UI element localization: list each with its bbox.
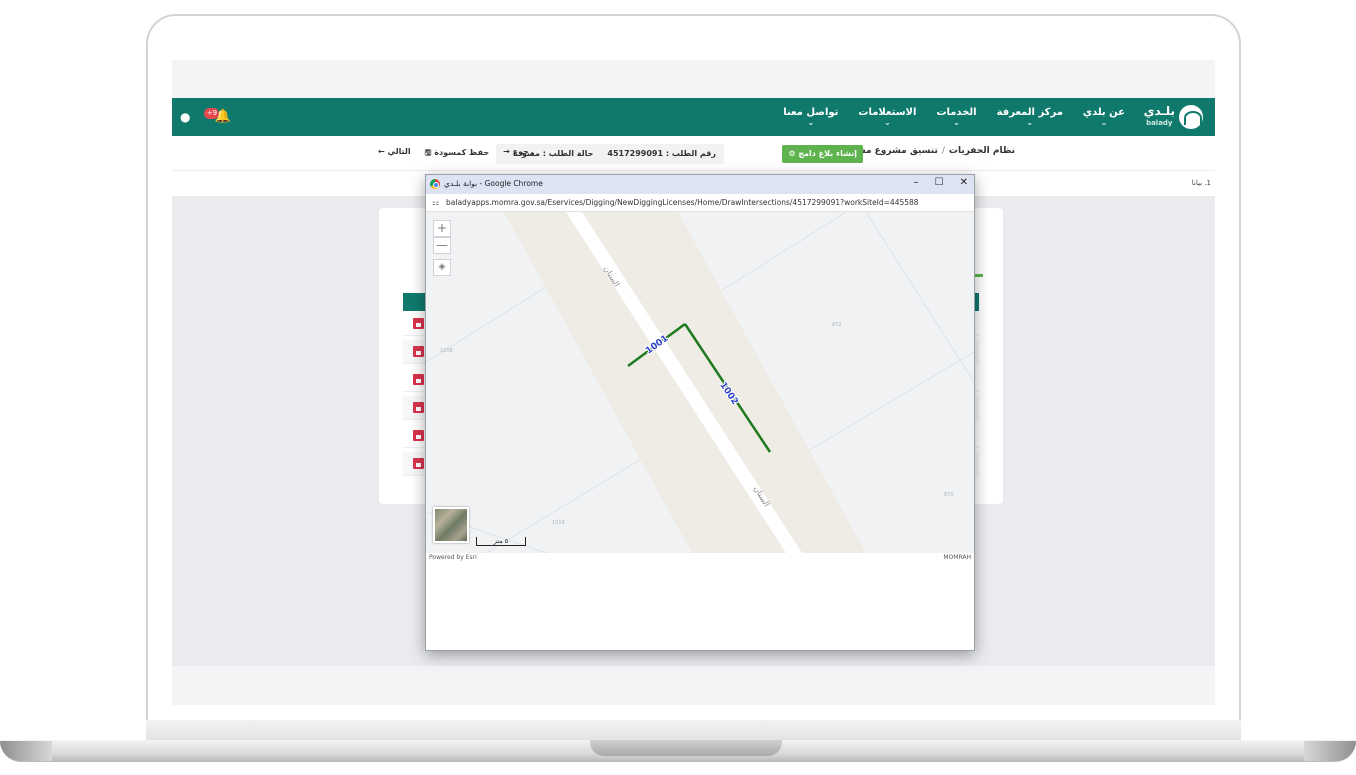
footer-strip [172,666,1215,705]
zoom-out-button[interactable]: — [433,237,451,254]
nav-item-about[interactable]: عن بلدي ⌄ [1083,107,1125,127]
maximize-button[interactable]: ☐ [935,177,944,188]
gear-icon: ⚙ [788,149,796,158]
parcel-label: 870 [944,492,954,498]
save-icon[interactable] [413,346,424,357]
close-button[interactable]: ✕ [960,177,968,188]
nav-item-contact[interactable]: تواصل معنا ⌄ [783,107,838,127]
request-toolbar: نظام الحفريات/تنسيق مشروع مستقبلي/ ⚙ إنش… [172,136,1215,170]
map-view[interactable]: 1001 1002 الستان الستان 1008 872 870 101… [426,212,974,553]
minimize-button[interactable]: – [914,177,919,188]
line-label-1001: 1001 [644,334,670,357]
top-navbar: بلـدي balady عن بلدي ⌄ مركز المعرفة ⌄ الخدم… [172,98,1215,136]
user-profile-icon[interactable]: ● [180,110,190,124]
laptop-mockup: بلـدي balady عن بلدي ⌄ مركز المعرفة ⌄ الخدم… [0,0,1356,775]
balady-logo[interactable]: بلـدي balady [1144,105,1203,129]
step-1-label[interactable]: 1. بيانا [1192,179,1211,187]
arrow-right-icon: → [503,147,510,156]
map-credit: MOMRAH [943,554,971,561]
chrome-popup-window: بوابة بلـدي - Google Chrome – ☐ ✕ ⚏ bala… [425,174,975,651]
nav-item-inquiries[interactable]: الاستعلامات ⌄ [858,107,916,127]
chevron-down-icon: ⌄ [1026,118,1034,127]
street-label: الستان [752,484,772,508]
save-icon[interactable] [413,374,424,385]
logo-emblem-icon [1179,105,1203,129]
save-icon[interactable] [413,318,424,329]
parcel-label: 1019 [552,520,565,526]
nav-utilities: ● +9 🔔 [180,108,231,124]
street-label: الستان [602,264,622,288]
next-button[interactable]: التالي ← [378,147,411,161]
breadcrumb-root[interactable]: نظام الحفريات [949,146,1015,156]
popup-title: بوابة بلـدي - Google Chrome [444,179,543,188]
chrome-icon [430,179,440,189]
parcel-label: 1008 [440,348,453,354]
nav-menu: عن بلدي ⌄ مركز المعرفة ⌄ الخدمات ⌄ الاستعلا… [783,107,1125,127]
popup-titlebar[interactable]: بوابة بلـدي - Google Chrome – ☐ ✕ [426,175,974,194]
site-info-icon[interactable]: ⚏ [432,198,439,207]
arrow-left-icon: ← [378,147,385,156]
save-icon: 🖫 [424,148,432,157]
laptop-bezel-bottom [146,720,1241,742]
nav-item-services[interactable]: الخدمات ⌄ [936,107,976,127]
line-label-1002: 1002 [717,381,739,407]
url-text[interactable]: baladyapps.momra.gov.sa/Eservices/Diggin… [446,198,919,207]
chevron-down-icon: ⌄ [807,118,815,127]
laptop-base-right [1304,741,1356,761]
window-controls: – ☐ ✕ [914,177,968,188]
back-button[interactable]: رجوع → [503,147,533,161]
save-icon[interactable] [413,402,424,413]
map-overlay: 1001 1002 الستان الستان 1008 872 870 101… [440,264,954,526]
notification-badge: +9 [204,108,220,119]
screen-top-strip [172,60,1215,98]
map-attribution: Powered by Esri MOMRAH [426,553,974,563]
save-icon[interactable] [413,430,424,441]
request-number: رقم الطلب : 4517299091 [607,149,716,158]
save-draft-button[interactable]: حفظ كمسودة 🖫 [425,147,490,161]
powered-by-esri[interactable]: Powered by Esri [429,554,477,561]
zoom-in-button[interactable]: + [433,220,451,237]
logo-text: بلـدي balady [1143,104,1175,127]
layers-icon[interactable]: ◈ [433,259,451,276]
parcel-label: 872 [832,322,842,328]
notifications-button[interactable]: +9 🔔 [204,108,231,124]
scale-bar: ٥ متر [476,537,526,546]
laptop-notch [590,740,782,756]
save-icon[interactable] [413,458,424,469]
map-controls: + — ◈ [433,220,451,276]
chevron-down-icon: ⌄ [953,118,960,127]
address-bar[interactable]: ⚏ baladyapps.momra.gov.sa/Eservices/Digg… [426,194,974,212]
basemap-toggle[interactable] [433,507,469,543]
create-report-button[interactable]: ⚙ إنشاء بلاغ دامج [782,145,863,163]
chevron-down-icon: ⌄ [1100,118,1108,127]
nav-item-knowledge[interactable]: مركز المعرفة ⌄ [997,107,1063,127]
action-buttons: رجوع → حفظ كمسودة 🖫 التالي ← [378,147,533,161]
chevron-down-icon: ⌄ [884,118,891,127]
